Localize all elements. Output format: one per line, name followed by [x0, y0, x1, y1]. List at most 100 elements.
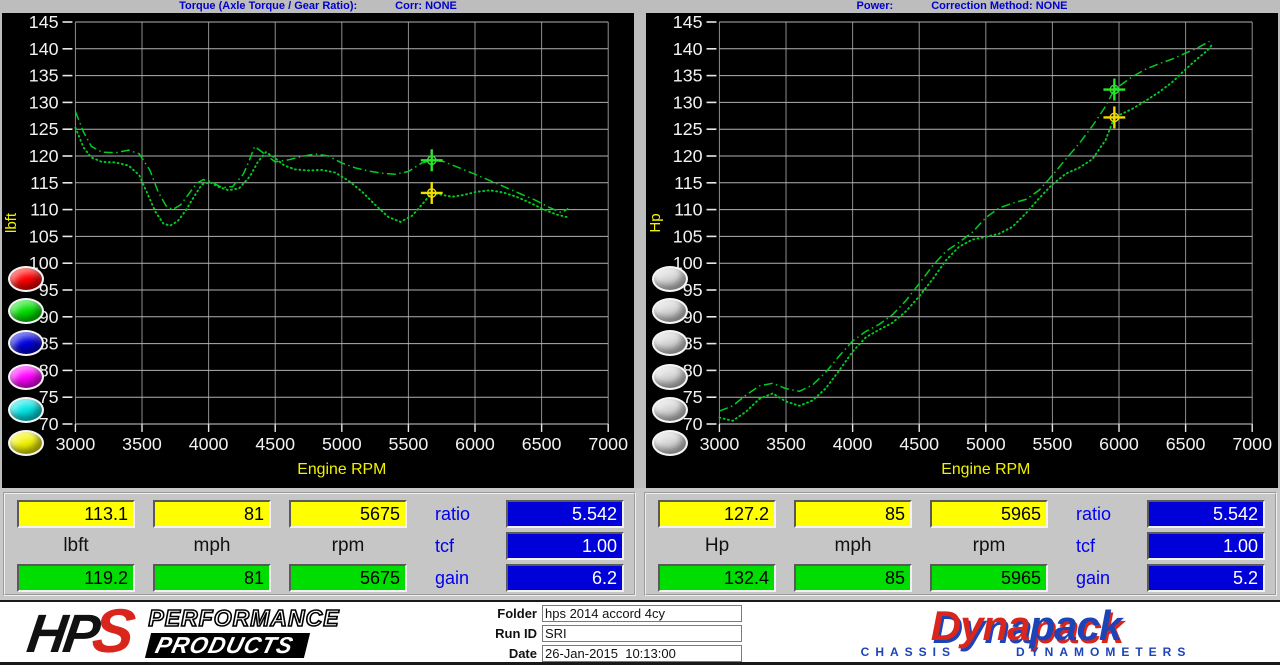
torque-chart-svg[interactable]: 3000350040004500500055006000650070007075… — [2, 13, 634, 488]
gain-value: 6.2 — [506, 564, 624, 592]
dynapack-word-dyna: Dyna — [931, 602, 1030, 649]
run-slot-button[interactable] — [652, 298, 688, 324]
torque-correction-text: Corr: NONE — [395, 0, 457, 12]
svg-text:7000: 7000 — [588, 434, 628, 454]
svg-text:6500: 6500 — [1166, 434, 1206, 454]
reference-rpm-value: 5965 — [930, 500, 1048, 528]
rpm-unit-label: rpm — [930, 535, 1048, 557]
svg-text:115: 115 — [674, 173, 702, 193]
svg-text:Engine RPM: Engine RPM — [941, 461, 1030, 478]
folder-field-row: Folder — [480, 603, 772, 623]
dynapack-chassis-text: CHASSIS — [861, 645, 956, 659]
reference-torque-value: 113.1 — [17, 500, 135, 528]
svg-text:6000: 6000 — [1099, 434, 1139, 454]
plot-color-button[interactable] — [8, 298, 44, 324]
svg-text:3000: 3000 — [56, 434, 96, 454]
hps-products-text: PRODUCTS — [145, 633, 310, 658]
power-title-text: Power: — [857, 0, 894, 12]
folder-label: Folder — [480, 606, 542, 621]
reference-speed-value: 85 — [794, 500, 912, 528]
current-speed-value: 81 — [153, 564, 271, 592]
tcf-value: 1.00 — [506, 532, 624, 560]
date-label: Date — [480, 646, 542, 661]
svg-text:3500: 3500 — [122, 434, 162, 454]
power-readout-panel: 127.2 85 5965 ratio 5.542 Hp mph rpm tcf… — [644, 492, 1277, 596]
plot-color-button[interactable] — [8, 330, 44, 356]
run-slot-button[interactable] — [652, 364, 688, 390]
svg-text:70: 70 — [39, 414, 59, 434]
torque-plot-area[interactable]: 3000350040004500500055006000650070007075… — [2, 13, 634, 488]
svg-text:70: 70 — [683, 414, 703, 434]
svg-text:120: 120 — [29, 146, 59, 166]
svg-text:135: 135 — [29, 66, 59, 86]
current-power-value: 132.4 — [658, 564, 776, 592]
ratio-label: ratio — [425, 504, 488, 525]
svg-text:4500: 4500 — [255, 434, 295, 454]
svg-text:105: 105 — [673, 226, 703, 246]
run-id-label: Run ID — [480, 626, 542, 641]
svg-text:145: 145 — [673, 13, 703, 32]
svg-text:5500: 5500 — [389, 434, 429, 454]
power-chart-panel: Power:Correction Method: NONE 3000350040… — [646, 0, 1278, 488]
svg-text:6500: 6500 — [522, 434, 562, 454]
hps-performance-text: PERFORMANCE — [148, 606, 339, 630]
run-info-fields: Folder Run ID Date — [480, 601, 772, 663]
run-id-input[interactable] — [542, 625, 742, 642]
run-slot-button[interactable] — [652, 266, 688, 292]
svg-text:125: 125 — [673, 119, 703, 139]
svg-text:135: 135 — [673, 66, 703, 86]
date-field-row: Date — [480, 643, 772, 663]
svg-text:6000: 6000 — [455, 434, 495, 454]
svg-text:115: 115 — [30, 173, 58, 193]
date-input[interactable] — [542, 645, 742, 662]
svg-text:Engine RPM: Engine RPM — [297, 461, 386, 478]
ratio-value: 5.542 — [1147, 500, 1265, 528]
torque-chart-panel: Torque (Axle Torque / Gear Ratio): Corr: … — [2, 0, 634, 488]
svg-text:5000: 5000 — [966, 434, 1006, 454]
power-chart-title: Power:Correction Method: NONE — [646, 0, 1278, 13]
torque-unit-label: lbft — [17, 535, 135, 557]
svg-text:130: 130 — [673, 92, 703, 112]
hps-logo-text: PERFORMANCE PRODUCTS — [148, 606, 339, 657]
dynapack-subtitle: CHASSIS DYNAMOMETERS — [772, 645, 1280, 659]
run-slot-button[interactable] — [652, 430, 688, 456]
power-plot-area[interactable]: 3000350040004500500055006000650070007075… — [646, 13, 1278, 488]
dynapack-logo: Dynapack CHASSIS DYNAMOMETERS — [772, 605, 1280, 660]
dynapack-word-pack: pack — [1029, 602, 1121, 649]
svg-text:105: 105 — [29, 226, 59, 246]
folder-input[interactable] — [542, 605, 742, 622]
chart-section: Torque (Axle Torque / Gear Ratio): Corr: … — [0, 0, 1280, 488]
svg-text:140: 140 — [29, 39, 59, 59]
plot-color-button[interactable] — [8, 364, 44, 390]
tcf-value: 1.00 — [1147, 532, 1265, 560]
torque-title-text: Torque (Axle Torque / Gear Ratio): — [179, 0, 357, 12]
plot-color-button[interactable] — [8, 430, 44, 456]
tcf-label: tcf — [425, 536, 488, 557]
torque-chart-title: Torque (Axle Torque / Gear Ratio): Corr: … — [2, 0, 634, 13]
gain-label: gain — [425, 568, 488, 589]
svg-text:110: 110 — [30, 200, 58, 220]
plot-color-button[interactable] — [8, 266, 44, 292]
svg-text:120: 120 — [673, 146, 703, 166]
svg-text:4000: 4000 — [833, 434, 873, 454]
reference-power-value: 127.2 — [658, 500, 776, 528]
run-slot-button[interactable] — [652, 397, 688, 423]
ratio-value: 5.542 — [506, 500, 624, 528]
power-chart-svg[interactable]: 3000350040004500500055006000650070007075… — [646, 13, 1278, 488]
svg-text:3000: 3000 — [700, 434, 740, 454]
svg-text:4000: 4000 — [189, 434, 229, 454]
current-torque-value: 119.2 — [17, 564, 135, 592]
gain-label: gain — [1066, 568, 1129, 589]
power-unit-label: Hp — [658, 535, 776, 557]
dynapack-dynamometers-text: DYNAMOMETERS — [1016, 645, 1191, 659]
ratio-label: ratio — [1066, 504, 1129, 525]
svg-text:7000: 7000 — [1232, 434, 1272, 454]
svg-text:125: 125 — [29, 119, 59, 139]
speed-unit-label: mph — [153, 535, 271, 557]
svg-text:145: 145 — [29, 13, 59, 32]
tcf-label: tcf — [1066, 536, 1129, 557]
plot-color-button[interactable] — [8, 397, 44, 423]
reference-speed-value: 81 — [153, 500, 271, 528]
svg-text:5000: 5000 — [322, 434, 362, 454]
run-slot-button[interactable] — [652, 330, 688, 356]
